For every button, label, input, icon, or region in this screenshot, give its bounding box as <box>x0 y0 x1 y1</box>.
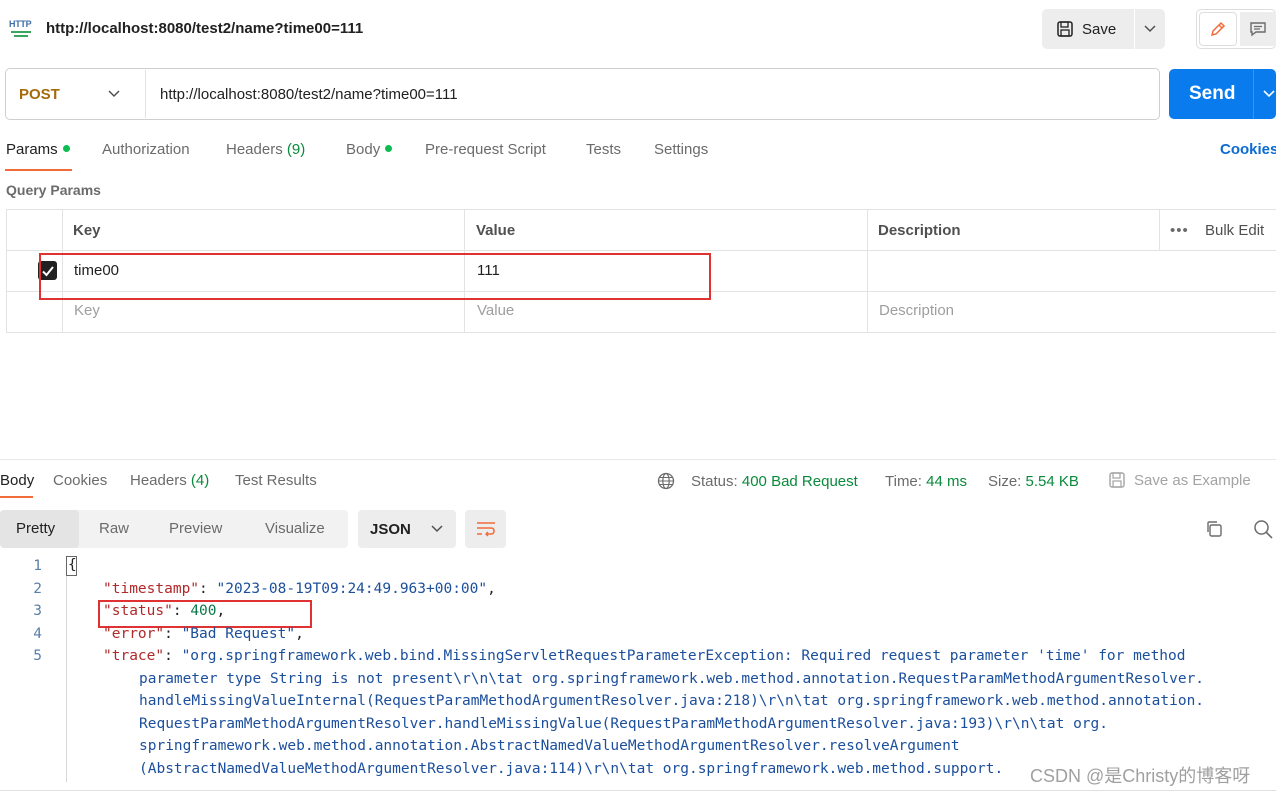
active-tab-indicator <box>5 169 72 171</box>
highlight-box-param <box>39 253 711 300</box>
response-separator <box>0 459 1276 460</box>
response-tab-headers[interactable]: Headers (4) <box>130 472 209 489</box>
json-line-timestamp: "timestamp": "2023-08-19T09:24:49.963+00… <box>103 581 496 597</box>
line-number: 1 <box>33 558 42 574</box>
save-as-example-label: Save as Example <box>1134 471 1251 489</box>
view-pretty[interactable]: Pretty <box>16 520 55 537</box>
response-tab-cookies[interactable]: Cookies <box>53 472 107 489</box>
chevron-down-icon[interactable] <box>1262 86 1276 100</box>
column-header-value: Value <box>476 222 516 239</box>
save-icon <box>1057 21 1073 37</box>
line-number: 4 <box>33 626 42 642</box>
table-col-divider <box>867 210 868 332</box>
json-trace-continuation: parameter type String is not present\r\n… <box>139 671 1205 687</box>
search-icon[interactable] <box>1253 519 1273 539</box>
line-number: 3 <box>33 603 42 619</box>
chevron-down-icon <box>1144 25 1156 33</box>
time-value: 44 ms <box>926 473 967 490</box>
active-response-tab-indicator <box>0 496 33 498</box>
http-method-select[interactable]: POST <box>19 86 60 103</box>
response-size: Size: 5.54 KB <box>988 473 1079 490</box>
json-trace-continuation: (AbstractNamedValueMethodArgumentResolve… <box>139 761 1004 777</box>
pencil-icon <box>1210 21 1226 37</box>
headers-count: (9) <box>286 141 306 158</box>
save-icon <box>1109 472 1125 488</box>
send-label: Send <box>1189 83 1236 104</box>
response-time: Time: 44 ms <box>885 473 967 490</box>
globe-icon[interactable] <box>657 472 675 490</box>
new-description-input[interactable]: Description <box>879 302 954 319</box>
tab-authorization[interactable]: Authorization <box>102 141 190 158</box>
table-divider <box>6 250 1276 251</box>
copy-icon[interactable] <box>1205 520 1223 538</box>
highlight-box-status <box>98 600 312 628</box>
request-title[interactable]: http://localhost:8080/test2/name?time00=… <box>46 20 363 37</box>
wrap-lines-button[interactable] <box>465 510 506 548</box>
cookies-link[interactable]: Cookies <box>1220 141 1276 158</box>
params-active-dot <box>62 144 70 152</box>
format-label: JSON <box>370 520 411 538</box>
tab-pre-request-script[interactable]: Pre-request Script <box>425 141 546 158</box>
watermark: CSDN @是Christy的博客呀 <box>1030 766 1251 786</box>
new-value-input[interactable]: Value <box>477 302 514 319</box>
view-visualize[interactable]: Visualize <box>265 520 325 537</box>
url-input[interactable]: http://localhost:8080/test2/name?time00=… <box>160 86 458 103</box>
json-line-error: "error": "Bad Request", <box>103 626 304 642</box>
response-tab-test-results[interactable]: Test Results <box>235 472 317 489</box>
tab-headers[interactable]: Headers (9) <box>226 141 305 158</box>
chevron-down-icon[interactable] <box>107 86 121 100</box>
tab-tests[interactable]: Tests <box>586 141 621 158</box>
chevron-down-icon <box>431 525 443 533</box>
url-divider <box>145 70 146 118</box>
code-indent-guide <box>66 556 67 782</box>
json-line-trace: "trace": "org.springframework.web.bind.M… <box>103 648 1186 664</box>
http-request-icon: HTTP <box>8 14 36 44</box>
line-number: 5 <box>33 648 42 664</box>
comments-button[interactable] <box>1240 12 1276 46</box>
save-button[interactable]: Save <box>1042 9 1134 49</box>
tab-params[interactable]: Params <box>6 141 70 158</box>
body-active-dot <box>385 144 393 152</box>
view-raw[interactable]: Raw <box>99 520 129 537</box>
save-label: Save <box>1082 20 1117 38</box>
tab-body[interactable]: Body <box>346 141 393 158</box>
more-options-icon[interactable]: ••• <box>1170 222 1189 239</box>
json-trace-continuation: springframework.web.method.annotation.Ab… <box>139 738 960 754</box>
save-options-dropdown[interactable] <box>1135 9 1165 49</box>
json-trace-continuation: handleMissingValueInternal(RequestParamM… <box>139 693 1205 709</box>
wrap-lines-icon <box>476 522 495 537</box>
format-select[interactable]: JSON <box>358 510 456 548</box>
column-header-key: Key <box>73 222 101 239</box>
new-key-input[interactable]: Key <box>74 302 100 319</box>
column-header-description: Description <box>878 222 961 239</box>
view-preview[interactable]: Preview <box>169 520 222 537</box>
response-tab-body[interactable]: Body <box>0 472 34 489</box>
comment-icon <box>1250 22 1266 37</box>
bulk-edit-button[interactable]: Bulk Edit <box>1205 222 1264 239</box>
send-divider <box>1253 69 1254 119</box>
json-open-brace: { <box>68 557 77 573</box>
status-value: 400 Bad Request <box>741 473 858 490</box>
save-as-example-button[interactable]: Save as Example <box>1108 471 1251 489</box>
response-headers-count: (4) <box>190 472 210 489</box>
edit-docs-button[interactable] <box>1199 12 1237 46</box>
size-value: 5.54 KB <box>1025 473 1079 490</box>
line-number: 2 <box>33 581 42 597</box>
send-button[interactable]: Send <box>1169 69 1276 119</box>
table-col-divider <box>1159 210 1160 250</box>
response-status: Status: 400 Bad Request <box>691 473 858 490</box>
query-params-title: Query Params <box>6 182 101 198</box>
bottom-border <box>0 790 1276 791</box>
json-trace-continuation: RequestParamMethodArgumentResolver.handl… <box>139 716 1109 732</box>
tab-settings[interactable]: Settings <box>654 141 708 158</box>
